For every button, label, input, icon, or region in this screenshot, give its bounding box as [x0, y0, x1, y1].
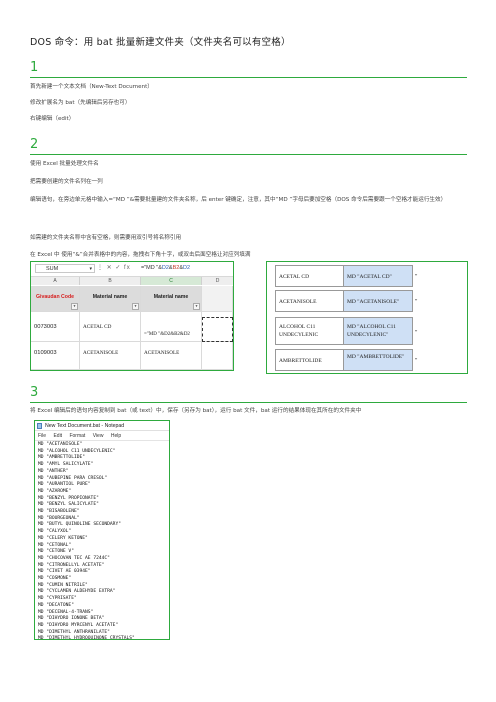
header-cell-label: Givaudan Code [35, 294, 75, 300]
name-box-value: SUM [46, 266, 59, 272]
notepad-menubar: File Edit Format View Help [35, 432, 169, 441]
section-1-line-2: 修改扩展名为 bat（先编辑后另存也可） [30, 100, 131, 106]
menu-view[interactable]: View [93, 433, 104, 439]
table-row: ACETAL CD MD "ACETAL CD" " [275, 265, 421, 287]
table-cell-cmd: MD "ACETAL CD" [343, 265, 413, 287]
menu-file[interactable]: File [38, 433, 46, 439]
notepad-window: New Text Document.bat - Notepad File Edi… [34, 420, 170, 640]
notepad-line: MD "CYPRISATE" [38, 596, 77, 602]
menu-help[interactable]: Help [111, 433, 121, 439]
section-1-number: 1 [30, 60, 39, 75]
menu-edit[interactable]: Edit [53, 433, 62, 439]
formula-input[interactable]: ="MD "&D2&B2&D2 [141, 264, 229, 273]
table-cell-name: AMBRETTOLIDE [275, 349, 343, 371]
formula-bar: SUM ▾ ⋮ ✕ ✓ fx ="MD "&D2&B2&D2 [31, 262, 233, 277]
notepad-line: MD "CHOCOVAN TEC AE 7244C" [38, 555, 110, 561]
name-box[interactable]: SUM ▾ [35, 264, 95, 273]
notepad-line: MD "DECATONE" [38, 602, 74, 608]
excel-screenshot: SUM ▾ ⋮ ✕ ✓ fx ="MD "&D2&B2&D2 A B C D G… [30, 261, 234, 371]
table-cell-name[interactable]: ACETANISOLE [141, 342, 202, 370]
section-2-line-4: 如需建的文件夹名称中含有空格，则需要用双引号将名称引用 [30, 235, 182, 241]
table-cell-cmd: MD "ACETANISOLE" [343, 290, 413, 312]
menu-format[interactable]: Format [69, 433, 85, 439]
notepad-titlebar: New Text Document.bat - Notepad [35, 421, 169, 431]
column-header-b[interactable]: B [80, 277, 141, 285]
notepad-line: MD "DIHYDRO MYRCENYL ACETATE" [38, 622, 119, 628]
table-cell-name: ACETAL CD [275, 265, 343, 287]
section-3-divider [30, 402, 467, 403]
header-cell-material-name[interactable]: Material name ▾ [141, 286, 202, 312]
notepad-line: MD "AZAROME" [38, 488, 72, 494]
notepad-line: MD "CETONE V" [38, 549, 74, 555]
column-header-a[interactable]: A [31, 277, 80, 285]
filter-dropdown-icon[interactable]: ▾ [132, 303, 139, 310]
section-1-divider [30, 77, 467, 78]
table-cell-name[interactable]: ACETANISOLE [80, 342, 141, 370]
table-cell-cmd: MD "ALCOHOL C11 UNDECYLENIC" [343, 317, 413, 345]
table-row: AMBRETTOLIDE MD "AMBRETTOLIDE" " [275, 349, 421, 371]
result-table: ACETAL CD MD "ACETAL CD" " ACETANISOLE M… [266, 261, 468, 374]
notepad-line: MD "DIMETHYL HYDROQUINONE CRYSTALS" [38, 636, 135, 640]
section-2-number: 2 [30, 137, 39, 152]
section-3-line-1: 将 Excel 编辑后的语句内容复制到 bat（或 text）中，保存（另存为 … [30, 408, 362, 414]
table-cell-quote: " [415, 299, 418, 305]
filter-dropdown-icon[interactable]: ▾ [71, 303, 78, 310]
notepad-line: MD "DIHYDRO IONONE BETA" [38, 616, 105, 622]
chevron-down-icon: ▾ [89, 266, 92, 272]
notepad-title: New Text Document.bat - Notepad [45, 423, 125, 429]
notepad-line: MD "CELERY KETONE" [38, 535, 88, 541]
section-3-number: 3 [30, 385, 39, 400]
section-2-line-3: 编辑语句，在旁边单元格中输入=“MD ”&需要批量建的文件夹名称，后 enter… [30, 197, 447, 203]
section-2-divider [30, 154, 467, 155]
notepad-line: MD "AURANTIOL PURE" [38, 482, 91, 488]
notepad-line: MD "CALYXOL" [38, 529, 72, 535]
formula-icons: ⋮ ✕ ✓ fx [97, 265, 131, 271]
table-cell-quote: " [415, 274, 418, 280]
column-header-d[interactable]: D [202, 277, 233, 285]
table-cell-cmd: MD "AMBRETTOLIDE" [343, 349, 413, 371]
header-cell-givaudan-code[interactable]: Givaudan Code ▾ [31, 286, 80, 312]
section-2-line-2: 把需要创建的文件名列在一列 [30, 179, 103, 185]
notepad-text-area[interactable]: MD "ACETANISOLE" MD "ALCOHOL C11 UNDECYLE… [38, 442, 166, 640]
filter-dropdown-icon[interactable]: ▾ [193, 303, 200, 310]
page-title: DOS 命令：用 bat 批量新建文件夹（文件夹名可以有空格） [30, 37, 291, 48]
section-2-line-5: 在 Excel 中 使用“&”合并表格中的内容，拖拽右下角十字，或双击后面空格让… [30, 252, 251, 258]
table-cell-formula[interactable]: ="MD "&D2&B2&D2 [141, 312, 202, 342]
table-cell-quote: " [415, 330, 418, 336]
section-2-line-1: 使用 Excel 批量处理文件名 [30, 161, 99, 167]
header-cell-label: Material name [92, 294, 128, 300]
table-cell-quote: " [415, 358, 418, 364]
header-cell-empty[interactable] [202, 286, 233, 312]
table-cell-code[interactable]: 0109003 [31, 342, 80, 370]
header-cell-label: Material name [153, 294, 189, 300]
formula-ref-d2: D2 [182, 265, 191, 271]
table-cell-name: ALCOHOL C11 UNDECYLENIC [275, 317, 343, 345]
notepad-line: MD "BISABOLENE" [38, 509, 80, 515]
column-header-c[interactable]: C [141, 277, 202, 285]
notepad-icon [37, 423, 42, 429]
formula-prefix: ="MD "& [141, 265, 162, 271]
table-row: ACETANISOLE MD "ACETANISOLE" " [275, 290, 421, 312]
table-cell-code[interactable]: 0073003 [31, 312, 80, 342]
table-row: ALCOHOL C11 UNDECYLENIC MD "ALCOHOL C11 … [275, 317, 421, 345]
notepad-line: MD "ACETANISOLE" [38, 442, 83, 447]
notepad-line: MD "COSMONE" [38, 576, 72, 582]
notepad-line: MD "ANTHER" [38, 468, 69, 474]
notepad-line: MD "AMYL SALICYLATE" [38, 462, 94, 468]
formula-ref-d2: D2 [161, 265, 169, 271]
table-cell-name[interactable]: ACETAL CD [80, 312, 141, 342]
table-cell-empty[interactable] [202, 342, 233, 370]
table-cell-name: ACETANISOLE [275, 290, 343, 312]
section-1-line-1: 首先新建一个文本文档（New-Text Document） [30, 84, 153, 90]
section-1-line-3: 右键编辑（edit） [30, 116, 75, 122]
copy-selection-marquee [202, 317, 233, 342]
header-cell-material-name[interactable]: Material name ▾ [80, 286, 141, 312]
